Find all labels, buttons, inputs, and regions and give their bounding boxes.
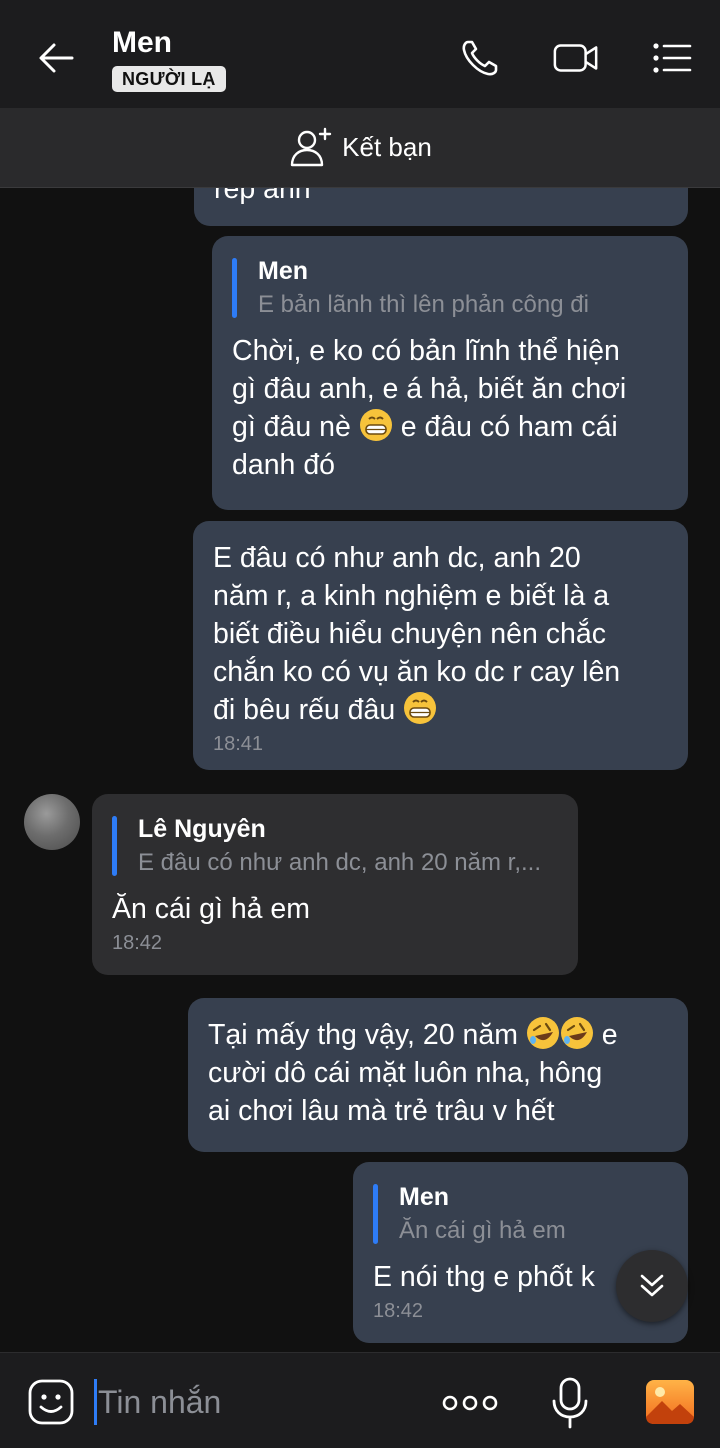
voice-call-button[interactable] [456,34,504,82]
double-chevron-down-icon [640,1274,664,1297]
quote-text: Ăn cái gì hả em [399,1217,566,1244]
sender-avatar[interactable] [24,794,80,850]
more-options-icon [442,1395,498,1411]
add-friend-bar[interactable]: Kết bạn [0,108,720,188]
quote-text: E bản lãnh thì lên phản công đi [258,291,589,318]
message-bubble[interactable]: E đâu có như anh dc, anh 20 năm r, a kin… [193,521,688,770]
quote-sender: Men [258,257,308,285]
video-call-button[interactable] [552,34,600,82]
emoji-button[interactable] [26,1377,76,1427]
chat-header: Men NGƯỜI LẠ [0,0,720,108]
message-text: rep anh [214,188,311,205]
quote-text: E đâu có như anh dc, anh 20 năm r,... [138,849,541,876]
video-call-icon [553,44,598,72]
text-cursor [94,1379,97,1425]
message-text: Chời, e ko có bản lĩnh thể hiện gì đâu a… [232,335,627,481]
back-button[interactable] [28,30,84,86]
scroll-to-bottom-button[interactable] [616,1250,688,1322]
reply-quote[interactable]: Men Ăn cái gì hả em [373,1180,668,1248]
gallery-button[interactable] [644,1377,696,1427]
image-gallery-icon [646,1380,694,1424]
message-list[interactable]: rep anh Men E bản lãnh thì lên phản công… [0,188,720,1352]
add-friend-icon [288,124,336,172]
chat-title[interactable]: Men [112,26,172,60]
menu-list-icon [653,43,692,73]
add-friend-label: Kết bạn [342,132,432,162]
grinning-face-emoji-icon [404,692,437,724]
composer-bar [0,1352,720,1448]
message-text: Ăn cái gì hả em [112,893,311,925]
more-options-button[interactable] [440,1383,500,1423]
quote-sender: Men [399,1183,449,1211]
reply-quote[interactable]: Lê Nguyên E đâu có như anh dc, anh 20 nă… [112,812,558,880]
message-input[interactable] [98,1377,398,1427]
quote-sender: Lê Nguyên [138,815,266,843]
message-text: Tại mấy thg vậy, 20 năm e cười dô cái mặ… [208,1016,668,1130]
phone-icon [462,40,498,76]
chat-options-button[interactable] [648,34,696,82]
emoji-sticker-icon [28,1379,74,1425]
message-bubble[interactable]: rep anh [194,188,688,226]
grinning-face-emoji-icon [359,409,392,441]
message-time: 18:41 [213,733,264,755]
microphone-icon [552,1377,588,1429]
message-time: 18:42 [112,932,163,954]
reply-quote[interactable]: Men E bản lãnh thì lên phản công đi [232,254,668,322]
stranger-badge: NGƯỜI LẠ [112,66,226,92]
message-bubble[interactable]: Lê Nguyên E đâu có như anh dc, anh 20 nă… [92,794,578,975]
back-arrow-icon [39,43,74,73]
message-text: E đâu có như anh dc, anh 20 năm r, a kin… [213,542,621,726]
message-bubble[interactable]: Tại mấy thg vậy, 20 năm e cười dô cái mặ… [188,998,688,1152]
rolling-on-floor-laughing-emoji-icon [560,1017,593,1049]
voice-message-button[interactable] [548,1375,592,1431]
message-bubble[interactable]: Men E bản lãnh thì lên phản công đi Chời… [212,236,688,510]
chat-screen: Men NGƯỜI LẠ Kết bạn rep anh Men E bản l… [0,0,720,1448]
rolling-on-floor-laughing-emoji-icon [526,1017,559,1049]
